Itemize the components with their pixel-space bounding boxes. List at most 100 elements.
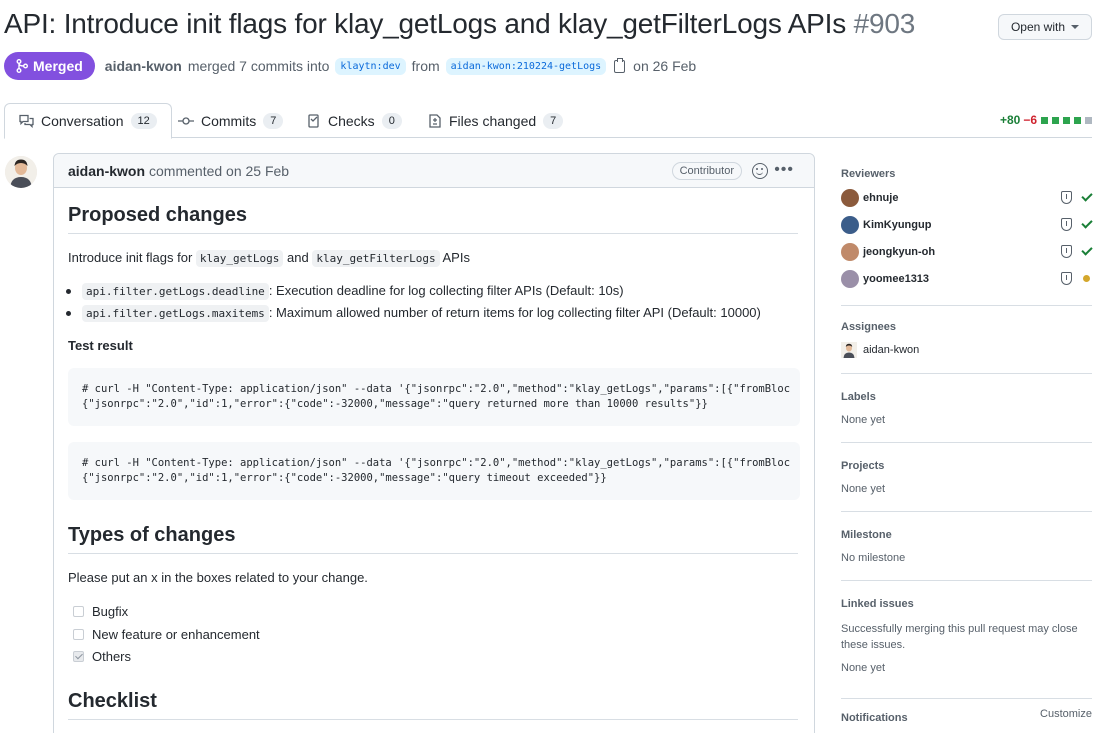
contributor-badge: Contributor	[671, 162, 742, 180]
tab-label: Conversation	[41, 113, 124, 129]
avatar	[841, 243, 859, 261]
tab-count: 12	[130, 113, 157, 129]
customize-link[interactable]: Customize	[1040, 708, 1092, 720]
comment-discussion-icon	[19, 114, 34, 128]
projects-value: None yet	[841, 483, 886, 495]
pr-author-link[interactable]: aidan-kwon	[105, 58, 182, 74]
linked-issues-title[interactable]: Linked issues	[841, 598, 914, 610]
tab-count: 0	[381, 112, 402, 129]
avatar[interactable]	[5, 156, 37, 188]
inline-code: klay_getLogs	[195, 250, 284, 267]
code-line: # curl -H "Content-Type: application/jso…	[82, 383, 791, 395]
intro-pre: Introduce init flags for	[68, 250, 193, 265]
labels-title[interactable]: Labels	[841, 391, 876, 403]
avatar	[841, 216, 859, 234]
pr-title-row: API: Introduce init flags for klay_getLo…	[4, 8, 1092, 48]
diffstat-block	[1052, 116, 1059, 124]
diffstat-block	[1041, 116, 1048, 124]
milestone-title[interactable]: Milestone	[841, 529, 892, 541]
tab-count: 7	[263, 112, 284, 129]
heading-types-of-changes: Types of changes	[68, 524, 798, 554]
pr-number: #903	[853, 8, 916, 39]
task-label: Others	[92, 649, 132, 664]
tab-count: 7	[543, 112, 564, 129]
tab-conversation[interactable]: Conversation 12	[4, 103, 172, 139]
code-line: {"jsonrpc":"2.0","id":1,"error":{"code":…	[82, 398, 708, 410]
list-item-text: : Maximum allowed number of return items…	[268, 305, 761, 320]
diffstat-additions: +80	[999, 113, 1021, 127]
reviewer-name: yoomee1313	[863, 273, 930, 285]
base-branch[interactable]: klaytn:dev	[335, 57, 406, 75]
inline-code: klay_getFilterLogs	[312, 250, 440, 267]
tab-commits[interactable]: Commits 7	[164, 103, 297, 138]
task-label: New feature or enhancement	[92, 627, 260, 642]
reviewer-name: jeongkyun-oh	[863, 246, 936, 258]
notifications-title: Notifications	[841, 712, 908, 724]
linked-issues-desc: Successfully merging this pull request m…	[841, 623, 1078, 651]
avatar	[841, 189, 859, 207]
tab-files-changed[interactable]: Files changed 7	[415, 103, 577, 138]
pr-tabs: Conversation 12 Commits 7 Checks 0 Files…	[4, 103, 1092, 139]
sidebar-notifications: Notifications Customize	[841, 708, 1092, 728]
pr-title: API: Introduce init flags for klay_getLo…	[4, 8, 1092, 40]
task-checkbox[interactable]	[73, 629, 84, 640]
task-item: Others	[73, 649, 131, 664]
smiley-icon[interactable]	[752, 163, 768, 179]
reviewer-item[interactable]: ehnuje	[841, 188, 1093, 208]
merged-label: Merged	[33, 58, 83, 74]
tab-checks[interactable]: Checks 0	[294, 103, 416, 138]
projects-title[interactable]: Projects	[841, 460, 884, 472]
head-branch[interactable]: aidan-kwon:210224-getLogs	[445, 57, 607, 75]
shield-icon	[1061, 245, 1072, 258]
check-icon	[1081, 244, 1093, 256]
merged-badge: Merged	[4, 52, 95, 80]
code-block: # curl -H "Content-Type: application/jso…	[68, 368, 800, 426]
comment-box: aidan-kwon commented on 25 Feb Contribut…	[53, 153, 815, 733]
reviewer-item[interactable]: KimKyungup	[841, 215, 1093, 235]
reviewer-item[interactable]: yoomee1313	[841, 269, 1092, 289]
shield-icon	[1061, 218, 1072, 231]
diffstat-block	[1085, 116, 1092, 124]
pr-title-text: API: Introduce init flags for klay_getLo…	[4, 8, 847, 39]
assignee-item[interactable]: aidan-kwon	[841, 340, 1092, 360]
sidebar-milestone: Milestone No milestone	[841, 512, 1092, 581]
git-merge-icon	[16, 59, 28, 73]
task-item: Bugfix	[73, 604, 128, 619]
avatar	[841, 342, 857, 358]
task-checkbox[interactable]	[73, 606, 84, 617]
heading-test-result: Test result	[68, 338, 133, 353]
list-item: api.filter.getLogs.deadline: Execution d…	[66, 283, 624, 300]
code-line: # curl -H "Content-Type: application/jso…	[82, 457, 791, 469]
task-checkbox-checked[interactable]	[73, 651, 84, 662]
checklist-icon	[308, 113, 319, 128]
file-diff-icon	[429, 113, 441, 128]
copy-icon[interactable]	[614, 57, 626, 73]
from-text: from	[411, 58, 440, 74]
shield-icon	[1061, 191, 1072, 204]
comment-timestamp[interactable]: commented on 25 Feb	[149, 163, 289, 179]
open-with-button[interactable]: Open with	[997, 14, 1092, 40]
linked-issues-value: None yet	[841, 662, 886, 674]
open-with-label: Open with	[1010, 20, 1065, 34]
intro-and: and	[287, 250, 309, 265]
inline-code: api.filter.getLogs.deadline	[82, 283, 269, 300]
tab-label: Files changed	[449, 112, 537, 129]
assignees-title[interactable]: Assignees	[841, 321, 896, 333]
pr-meta: Merged aidan-kwon merged 7 commits into …	[4, 52, 696, 80]
kebab-horizontal-icon[interactable]: •••	[774, 162, 794, 178]
git-commit-icon	[178, 116, 194, 125]
list-item-text: : Execution deadline for log collecting …	[268, 283, 624, 298]
comment-header: aidan-kwon commented on 25 Feb Contribut…	[54, 154, 814, 188]
diffstat-block	[1063, 116, 1070, 124]
comment-author[interactable]: aidan-kwon	[68, 163, 145, 179]
sidebar-reviewers: Reviewers ehnuje KimKyungup jeongkyun-oh…	[841, 160, 1093, 306]
tab-label: Commits	[201, 112, 257, 129]
reviewers-title[interactable]: Reviewers	[841, 168, 895, 180]
check-icon	[1081, 190, 1093, 202]
intro-post: APIs	[442, 250, 470, 265]
reviewer-item[interactable]: jeongkyun-oh	[841, 242, 1093, 262]
diffstat: +80 −6	[1000, 113, 1092, 127]
code-line: {"jsonrpc":"2.0","id":1,"error":{"code":…	[82, 472, 607, 484]
intro-paragraph: Introduce init flags for klay_getLogs an…	[68, 250, 470, 267]
task-item: New feature or enhancement	[73, 627, 260, 642]
